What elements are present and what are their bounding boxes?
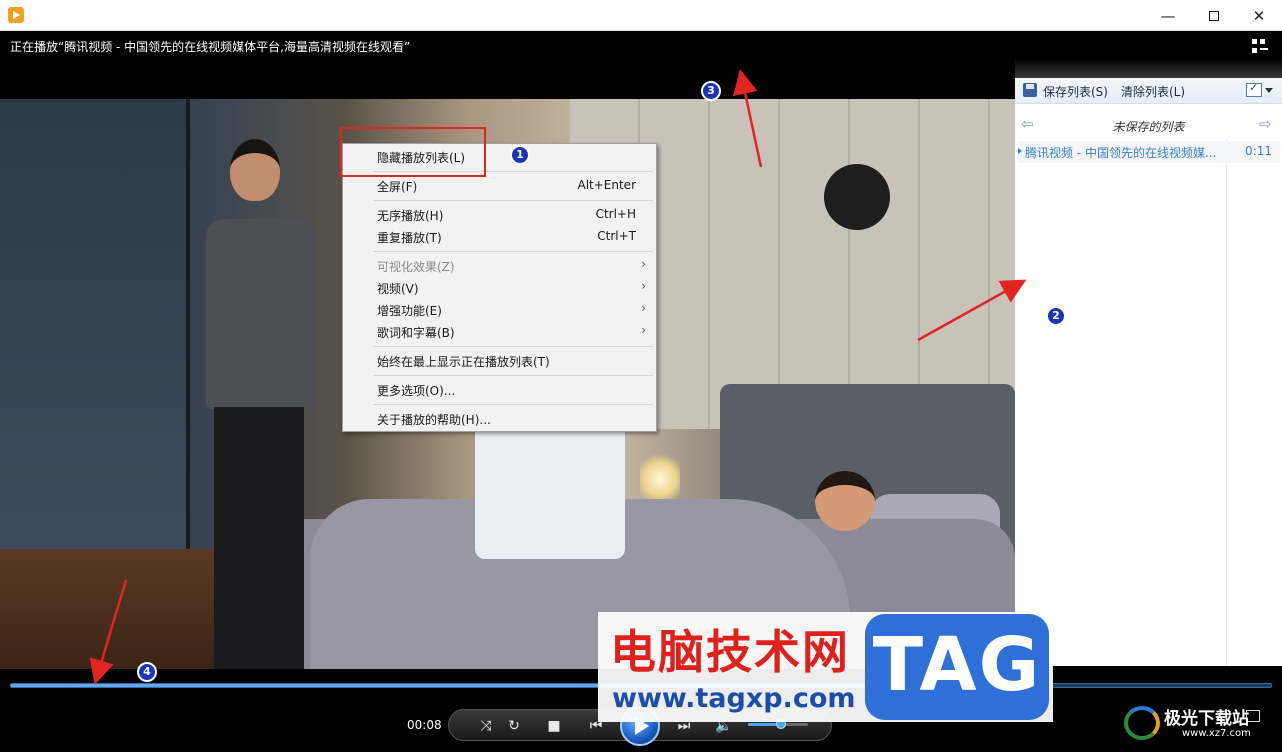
- video-scene-glass-wall: [0, 99, 190, 589]
- app-icon: [8, 7, 24, 23]
- menu-item-fullscreen[interactable]: 全屏(F) Alt+Enter: [343, 175, 656, 197]
- aurora-logo-icon: [1124, 706, 1160, 740]
- switch-layout-icon[interactable]: [1252, 39, 1268, 55]
- playlist-panel: 保存列表(S) 清除列表(L) ⇦ 未保存的列表 ⇨ 腾讯视频 - 中国领先的在…: [1015, 31, 1282, 666]
- annotation-badge: 3: [701, 81, 721, 101]
- repeat-button[interactable]: ↻: [501, 710, 527, 742]
- maximize-icon: [1209, 10, 1219, 21]
- playlist-item[interactable]: 腾讯视频 - 中国领先的在线视频媒... 0:11: [1017, 141, 1280, 163]
- watermark-secondary-url: www.xz7.com: [1182, 728, 1251, 739]
- repeat-icon: ↻: [508, 718, 520, 734]
- chevron-down-icon[interactable]: [1265, 88, 1273, 93]
- submenu-arrow-icon: ›: [641, 323, 646, 337]
- video-scene-bedside-lamp: [640, 454, 680, 504]
- stop-button[interactable]: ■: [541, 710, 567, 742]
- playlist-title: 未保存的列表: [1112, 120, 1185, 134]
- annotation-badge: 2: [1046, 306, 1066, 326]
- shortcut-label: Ctrl+T: [597, 229, 636, 243]
- list-options-icon[interactable]: [1246, 81, 1262, 97]
- menu-item-video[interactable]: 视频(V) ›: [343, 277, 656, 299]
- watermark-site-name: 电脑技术网: [610, 625, 850, 679]
- menu-item-always-on-top[interactable]: 始终在最上显示正在播放列表(T): [343, 350, 656, 372]
- annotation-badge: 1: [510, 145, 530, 165]
- playlist-item-duration: 0:11: [1245, 144, 1272, 158]
- playlist-nav: ⇦ 未保存的列表 ⇨: [1015, 111, 1282, 139]
- title-bar: — ✕: [0, 0, 1282, 31]
- clear-list-button[interactable]: 清除列表(L): [1121, 83, 1185, 100]
- submenu-arrow-icon: ›: [641, 301, 646, 315]
- volume-slider[interactable]: [748, 719, 808, 729]
- video-scene-wall-lamp: [824, 164, 890, 230]
- playlist-items: 腾讯视频 - 中国领先的在线视频媒... 0:11: [1015, 141, 1282, 661]
- shuffle-icon: ⤨: [480, 718, 492, 734]
- shortcut-label: Ctrl+H: [595, 207, 636, 221]
- menu-item-visualizations: 可视化效果(Z) ›: [377, 257, 646, 274]
- media-player-window: — ✕ 正在播放“腾讯视频 - 中国领先的在线视频媒体平台,海量高清视频在线观看…: [0, 0, 1282, 752]
- forward-arrow-icon[interactable]: ⇨: [1259, 115, 1272, 133]
- menu-item-lyrics-subtitles[interactable]: 歌词和字幕(B) ›: [343, 321, 656, 343]
- now-playing-marker-icon: [1018, 148, 1022, 154]
- menu-item-repeat[interactable]: 重复播放(T) Ctrl+T: [343, 226, 656, 248]
- watermark-site-url: www.tagxp.com: [612, 683, 856, 714]
- playlist-toolbar: 保存列表(S) 清除列表(L): [1015, 78, 1282, 104]
- shuffle-button[interactable]: ⤨: [473, 710, 499, 742]
- playlist-item-title: 腾讯视频 - 中国领先的在线视频媒...: [1025, 146, 1217, 160]
- watermark-secondary: 极光下载站 www.xz7.com: [1124, 700, 1274, 748]
- stop-icon: ■: [547, 718, 561, 734]
- minimize-button[interactable]: —: [1145, 0, 1191, 31]
- video-scene-man: [200, 139, 320, 669]
- now-playing-text: 正在播放“腾讯视频 - 中国领先的在线视频媒体平台,海量高清视频在线观看”: [10, 40, 411, 54]
- context-menu: 隐藏播放列表(L) 全屏(F) Alt+Enter 无序播放(H) Ctrl+H 重…: [342, 143, 657, 432]
- annotation-badge: 4: [137, 662, 157, 682]
- shortcut-label: Alt+Enter: [577, 178, 636, 192]
- submenu-arrow-icon: ›: [641, 257, 646, 271]
- annotation-highlight-box: [340, 127, 486, 177]
- close-button[interactable]: ✕: [1236, 0, 1282, 31]
- watermark-secondary-name: 极光下载站: [1164, 709, 1249, 729]
- maximize-button[interactable]: [1191, 0, 1237, 31]
- menu-item-enhancements[interactable]: 增强功能(E) ›: [343, 299, 656, 321]
- watermark-tag-text: TAG: [872, 622, 1042, 708]
- elapsed-time: 00:08: [407, 718, 442, 732]
- submenu-arrow-icon: ›: [641, 279, 646, 293]
- save-list-button[interactable]: 保存列表(S): [1043, 83, 1108, 100]
- menu-item-help[interactable]: 关于播放的帮助(H)...: [343, 408, 656, 430]
- save-icon: [1023, 83, 1037, 97]
- menu-item-shuffle[interactable]: 无序播放(H) Ctrl+H: [343, 204, 656, 226]
- menu-item-more-options[interactable]: 更多选项(O)...: [343, 379, 656, 401]
